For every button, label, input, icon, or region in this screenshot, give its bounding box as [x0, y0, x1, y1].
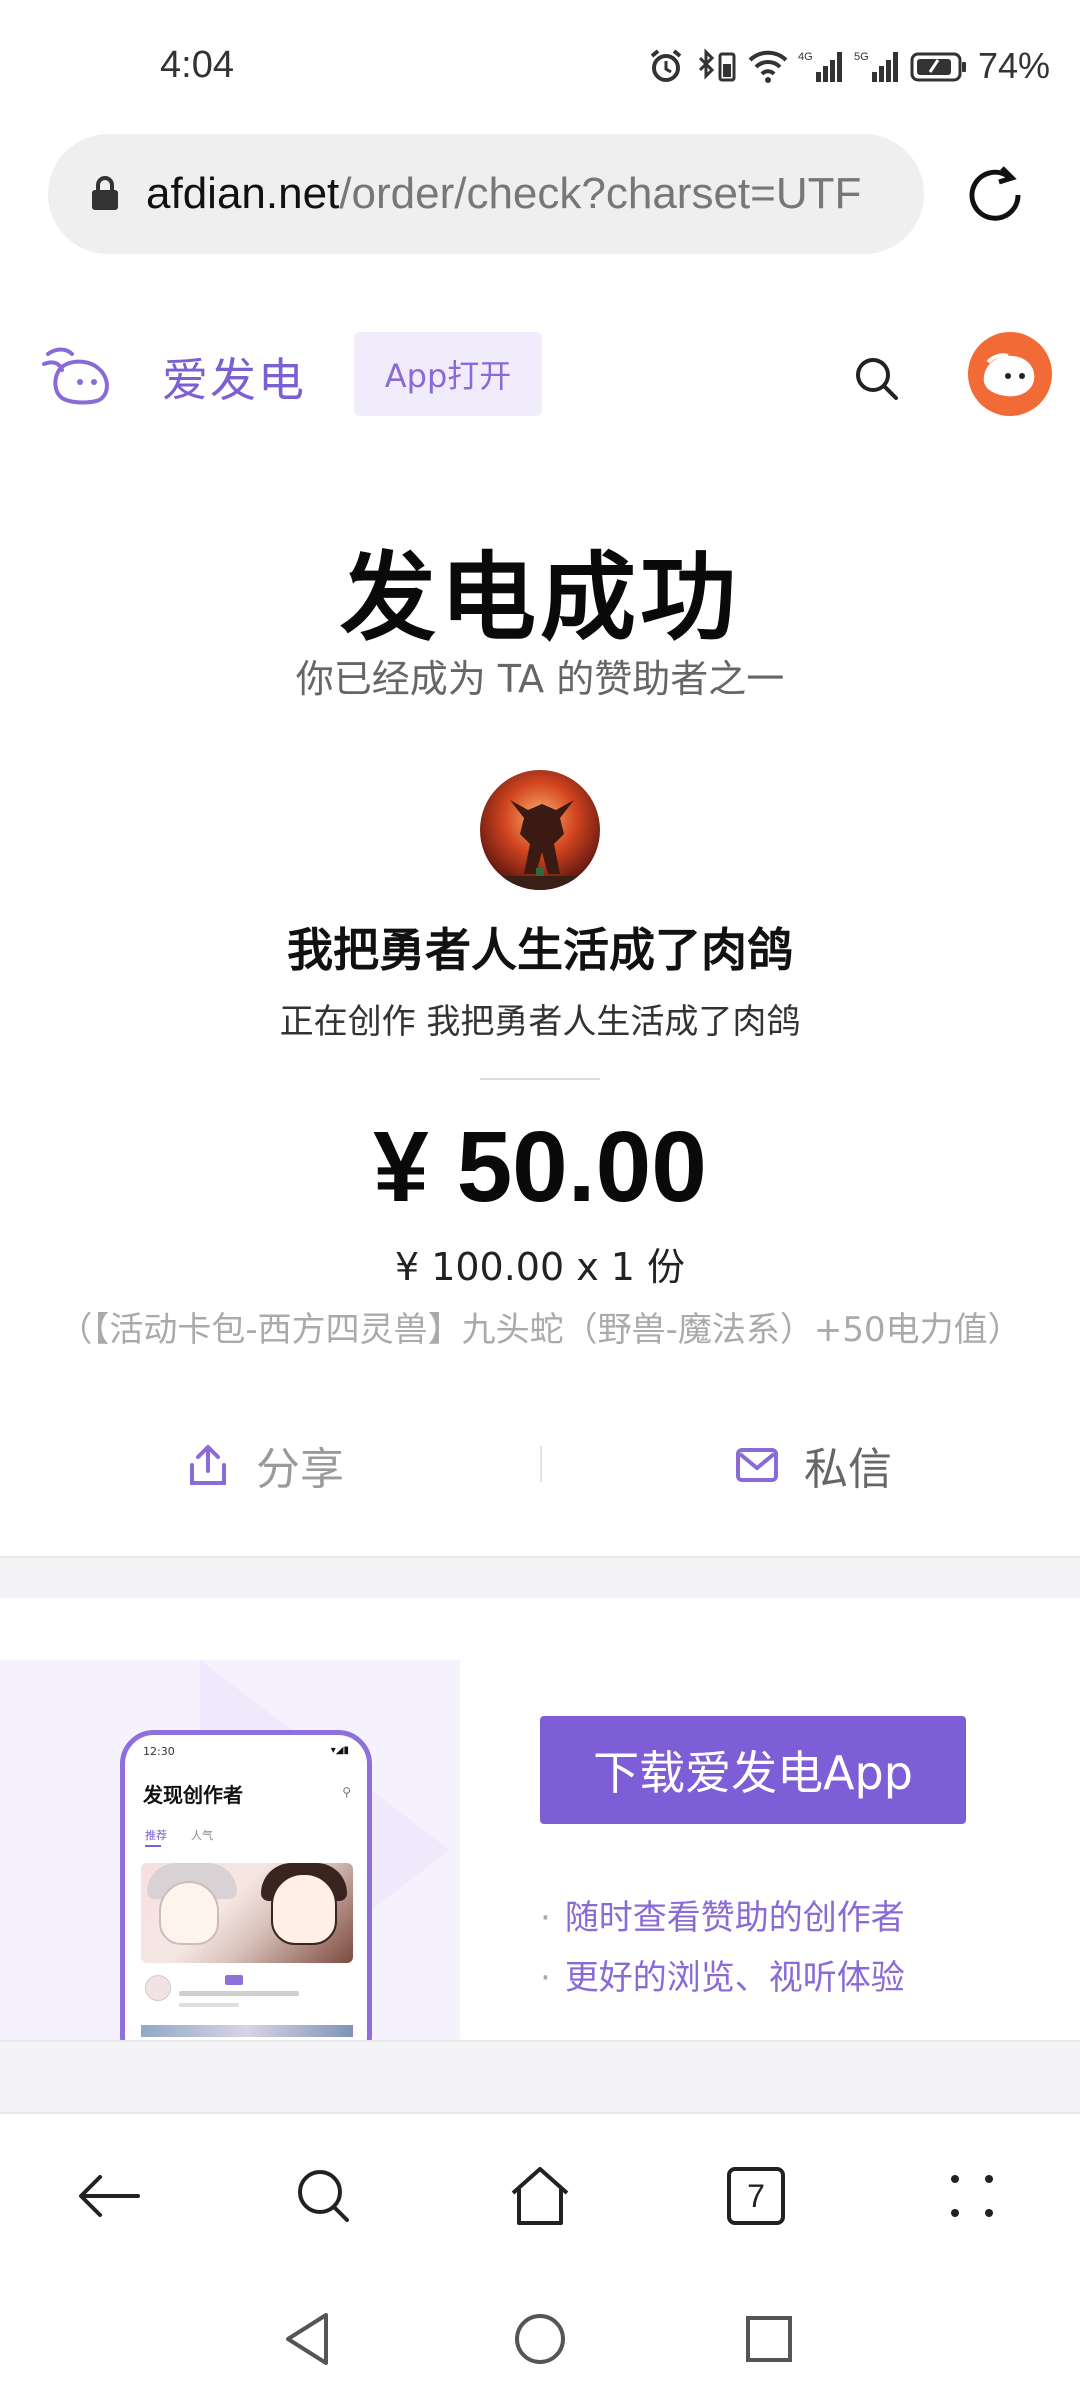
mockup-badge [225, 1975, 243, 1985]
site-header: 爱发电 App打开 [0, 320, 1080, 430]
creator-avatar[interactable] [480, 770, 600, 890]
mockup-title: 发现创作者 [143, 1783, 243, 1807]
share-label: 分享 [256, 1444, 344, 1495]
promo-point-text: 更好的浏览、视听体验 [564, 1958, 905, 1998]
search-button[interactable] [852, 354, 902, 404]
mail-icon [736, 1448, 778, 1482]
share-icon [190, 1445, 226, 1485]
bluetooth-battery-icon [694, 48, 738, 84]
home-icon [511, 2167, 569, 2225]
action-divider [540, 1446, 542, 1482]
download-app-button[interactable]: 下载爱发电App [540, 1716, 966, 1824]
url-path: /order/check?charset=UTF [339, 169, 862, 218]
url-domain: afdian.net [146, 169, 340, 218]
mockup-cover-image [141, 1863, 353, 1963]
tab-count: 7 [727, 2167, 785, 2225]
url-bar[interactable]: afdian.net/order/check?charset=UTF [48, 134, 924, 254]
item-description: （【活动卡包-西方四灵兽】九头蛇（野兽-魔法系）+50电力值） [58, 1310, 1022, 1350]
user-avatar[interactable] [968, 332, 1052, 416]
app-promo: 12:30 ▾◢▮ 发现创作者 ⚲ 推荐 人气 下载爱发电App · 随时查看赞助… [0, 1598, 1080, 2040]
home-button[interactable] [500, 2156, 580, 2236]
mockup-character-face [271, 1873, 337, 1945]
signal-5g-icon: 5G [854, 48, 900, 84]
system-recents-button[interactable] [734, 2304, 804, 2374]
signal-4g-icon: 4G [798, 48, 844, 84]
url-text[interactable]: afdian.net/order/check?charset=UTF [146, 169, 861, 219]
back-arrow-icon [79, 2175, 140, 2217]
mockup-time: 12:30 [143, 1745, 175, 1758]
mockup-search-icon: ⚲ [342, 1785, 351, 1799]
menu-dots-icon [951, 2175, 993, 2217]
success-subtitle: 你已经成为 TA 的赞助者之一 [295, 657, 785, 701]
message-label: 私信 [804, 1444, 892, 1495]
status-bar: 4:04 4G 5G 74% [0, 0, 1080, 130]
system-back-button[interactable] [272, 2304, 342, 2374]
system-home-button[interactable] [505, 2304, 575, 2374]
divider [480, 1078, 600, 1080]
success-title: 发电成功 [340, 542, 740, 654]
tabs-button[interactable]: 7 [716, 2156, 796, 2236]
wifi-icon [748, 48, 788, 84]
mockup-tab-popular: 人气 [191, 1829, 213, 1842]
mockup-text-line [179, 1991, 299, 1996]
back-button[interactable] [68, 2156, 148, 2236]
battery-icon [910, 48, 968, 84]
action-row: 分享 私信 [0, 1420, 1080, 1510]
search-icon [298, 2170, 349, 2222]
section-divider [0, 1556, 1080, 1598]
mockup-status-icons: ▾◢▮ [330, 1745, 349, 1756]
mockup-tab-indicator [145, 1845, 161, 1847]
mockup-tab-recommend: 推荐 [145, 1829, 167, 1842]
lock-icon [92, 176, 118, 210]
creator-description: 正在创作 我把勇者人生活成了肉鸽 [279, 1002, 801, 1042]
brand-logo-icon[interactable] [40, 342, 116, 408]
svg-text:4G: 4G [798, 51, 813, 63]
bullet-dot: · [540, 1898, 551, 1938]
mockup-avatar [145, 1975, 171, 2001]
svg-text:5G: 5G [854, 51, 869, 63]
bullet-dot: · [540, 1958, 551, 1998]
mockup-character-face [159, 1881, 219, 1945]
promo-point-text: 随时查看赞助的创作者 [564, 1898, 905, 1938]
share-button[interactable]: 分享 [188, 1420, 344, 1510]
reload-button[interactable] [960, 160, 1030, 230]
promo-points: · 随时查看赞助的创作者 · 更好的浏览、视听体验 [540, 1888, 905, 2008]
section-divider [0, 2040, 1080, 2112]
user-avatar-icon [983, 353, 1035, 397]
creator-name[interactable]: 我把勇者人生活成了肉鸽 [0, 914, 1080, 980]
mockup-text-line [179, 2003, 239, 2007]
creator-avatar-image [480, 770, 600, 890]
brand-name[interactable]: 爱发电 [162, 344, 306, 410]
alarm-icon [648, 48, 684, 84]
promo-point: · 更好的浏览、视听体验 [540, 1948, 905, 2008]
system-navigation-bar [0, 2282, 1080, 2400]
triangle-back-icon [286, 2313, 328, 2365]
payment-amount: ¥ 50.00 [373, 1111, 707, 1223]
menu-button[interactable] [932, 2156, 1012, 2236]
square-recents-icon [746, 2316, 792, 2362]
reload-icon [969, 166, 1021, 221]
toolbar-search-button[interactable] [284, 2156, 364, 2236]
search-icon [856, 358, 898, 400]
phone-mockup: 12:30 ▾◢▮ 发现创作者 ⚲ 推荐 人气 [120, 1730, 372, 2040]
status-time: 4:04 [160, 44, 234, 86]
app-open-button[interactable]: App打开 [354, 332, 542, 416]
message-button[interactable]: 私信 [736, 1420, 892, 1510]
unit-price-line: ¥ 100.00 x 1 份 [394, 1245, 686, 1289]
circle-home-icon [515, 2314, 565, 2364]
promo-point: · 随时查看赞助的创作者 [540, 1888, 905, 1948]
battery-percent: 74% [977, 45, 1050, 86]
status-icons: 4G 5G 74% [648, 44, 1050, 88]
mockup-next-image [141, 2025, 353, 2037]
browser-toolbar: 7 [0, 2112, 1080, 2282]
